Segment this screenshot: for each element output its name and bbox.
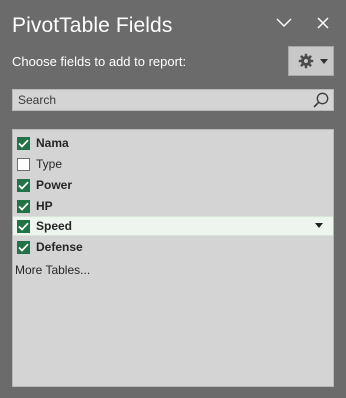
pivottable-fields-pane: PivotTable Fields Choose fields to add t… <box>0 0 346 398</box>
close-icon <box>317 17 329 29</box>
pane-title: PivotTable Fields <box>12 14 173 37</box>
caret-down-icon <box>320 58 328 64</box>
field-dropdown-icon[interactable] <box>315 223 323 229</box>
more-tables-link[interactable]: More Tables... <box>15 263 90 277</box>
field-row-nama[interactable]: Nama <box>13 133 333 153</box>
field-checkbox-defense[interactable] <box>17 240 30 254</box>
field-row-hp[interactable]: HP <box>13 196 333 216</box>
checkmark-icon <box>18 243 29 252</box>
gear-icon <box>298 53 314 69</box>
field-list-settings-button[interactable] <box>288 46 334 76</box>
field-label-power: Power <box>36 178 73 192</box>
field-list: Nama Type Power HP Speed Defense More Ta… <box>12 129 334 387</box>
search-icon[interactable] <box>312 91 330 109</box>
field-checkbox-speed[interactable] <box>17 219 30 233</box>
field-label-defense: Defense <box>36 240 83 254</box>
field-label-nama: Nama <box>36 136 69 150</box>
checkmark-icon <box>18 202 29 211</box>
checkmark-icon <box>18 181 29 190</box>
field-row-power[interactable]: Power <box>13 175 333 195</box>
checkmark-icon <box>18 222 29 231</box>
field-row-defense[interactable]: Defense <box>13 237 333 257</box>
field-checkbox-power[interactable] <box>17 178 30 192</box>
field-checkbox-nama[interactable] <box>17 136 30 150</box>
search-input[interactable] <box>13 90 308 110</box>
field-checkbox-hp[interactable] <box>17 199 30 213</box>
checkmark-icon <box>18 139 29 148</box>
field-checkbox-type[interactable] <box>17 157 30 171</box>
collapse-pane-button[interactable] <box>273 12 295 34</box>
field-row-type[interactable]: Type <box>13 154 333 174</box>
field-label-type: Type <box>36 157 63 171</box>
field-row-speed[interactable]: Speed <box>13 216 333 236</box>
field-label-speed: Speed <box>36 219 73 233</box>
chevron-down-icon <box>276 18 292 27</box>
choose-fields-label: Choose fields to add to report: <box>12 54 187 69</box>
close-pane-button[interactable] <box>312 12 334 34</box>
search-box[interactable] <box>12 89 334 111</box>
field-label-hp: HP <box>36 199 53 213</box>
